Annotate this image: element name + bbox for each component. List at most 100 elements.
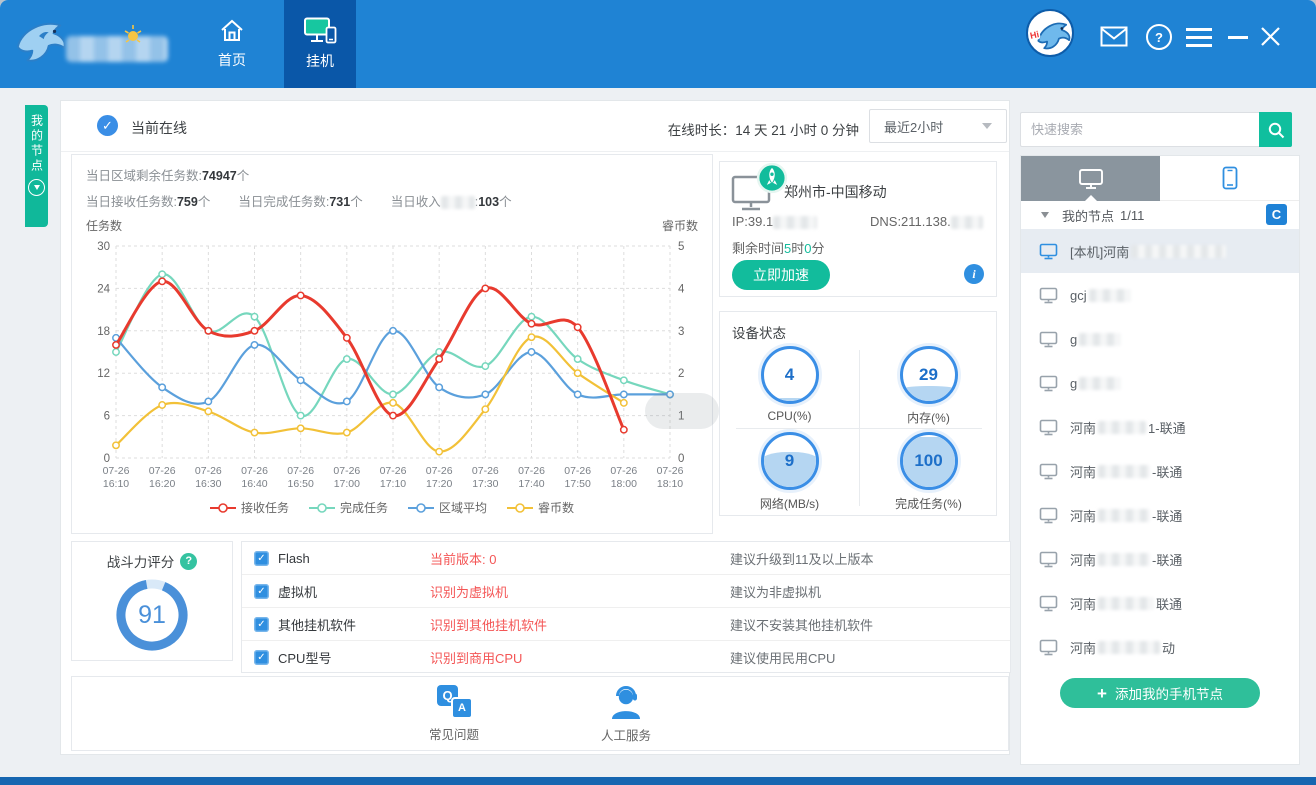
faq-link[interactable]: QA 常见问题 (411, 685, 497, 743)
legend-item[interactable]: 接收任务 (210, 499, 289, 516)
legend-marker (507, 502, 533, 514)
node-list-item[interactable]: gcj (1021, 273, 1299, 317)
svg-text:07-26: 07-26 (610, 465, 637, 477)
bottom-strip (0, 777, 1316, 785)
menu-icon[interactable] (1186, 28, 1212, 47)
mail-icon[interactable] (1100, 26, 1128, 47)
node-name-prefix: 河南 (1070, 594, 1096, 613)
avatar[interactable]: Hi (1026, 9, 1074, 57)
customer-service-link[interactable]: 人工服务 (583, 684, 669, 744)
info-icon[interactable]: i (964, 264, 984, 284)
svg-text:16:50: 16:50 (288, 478, 314, 490)
svg-text:07-26: 07-26 (657, 465, 684, 477)
table-row[interactable]: ✓Flash当前版本: 0建议升级到11及以上版本 (242, 542, 1010, 575)
svg-text:18:00: 18:00 (611, 478, 637, 490)
node-list-item[interactable]: [本机]河南 (1021, 229, 1299, 273)
my-nodes-side-tab[interactable]: 我的节点 (25, 105, 48, 227)
online-duration: 在线时长：14 天 21 小时 0 分钟 (668, 119, 859, 139)
redacted-node-name (1079, 333, 1121, 346)
node-list-item[interactable]: 河南-联通 (1021, 537, 1299, 581)
refresh-button[interactable]: C (1266, 204, 1287, 225)
node-name: 河南-联通 (1070, 550, 1182, 569)
node-panel: 我的节点 1/11 C [本机]河南gcjgg河南1-联通河南-联通河南-联通河… (1020, 155, 1300, 765)
axis-titles: 任务数 睿币数 (86, 217, 698, 234)
score-help-icon[interactable]: ? (180, 553, 197, 570)
node-list-item[interactable]: g (1021, 317, 1299, 361)
redacted-app-name (66, 36, 168, 62)
monitor-icon (1039, 507, 1058, 524)
minimize-icon[interactable] (1228, 36, 1248, 39)
legend-marker (408, 502, 434, 514)
ip-address: IP:39.1 (732, 214, 817, 229)
metric-circle: 9 (761, 432, 819, 490)
svg-text:2: 2 (678, 368, 684, 380)
task-chart-card: 当日区域剩余任务数:74947个 当日接收任务数:759个当日完成任务数:731… (71, 154, 713, 534)
time-range-select[interactable]: 最近2小时 (869, 109, 1007, 143)
svg-text:17:10: 17:10 (380, 478, 406, 490)
stat-label: 当日接收任务数: (86, 195, 177, 209)
node-list-item[interactable]: 河南-联通 (1021, 493, 1299, 537)
device-metrics: 4CPU(%)29内存(%)9网络(MB/s)100完成任务(%) (720, 342, 998, 514)
device-metric: 9 网络(MB/s) (720, 428, 859, 514)
svg-text:5: 5 (678, 241, 684, 253)
mobile-nodes-tab[interactable] (1160, 156, 1299, 201)
score-value: 91 (113, 576, 191, 654)
legend-item[interactable]: 完成任务 (309, 499, 388, 516)
hover-pill-artifact (645, 393, 719, 429)
accelerate-button[interactable]: 立即加速 (732, 260, 830, 290)
node-name-suffix: 动 (1162, 638, 1175, 657)
desktop-nodes-tab[interactable] (1021, 156, 1160, 201)
tab-idle-machine[interactable]: 挂机 (284, 0, 356, 88)
metric-value: 100 (903, 435, 955, 487)
stat-label: 当日完成任务数: (238, 195, 329, 209)
stat-label: 当日区域剩余任务数: (86, 169, 202, 183)
search-button[interactable] (1259, 112, 1292, 147)
metric-label: 网络(MB/s) (760, 495, 819, 512)
main-panel: ✓ 当前在线 在线时长：14 天 21 小时 0 分钟 最近2小时 当日区域剩余… (60, 100, 1010, 755)
svg-text:16:30: 16:30 (195, 478, 221, 490)
legend-item[interactable]: 区域平均 (408, 499, 487, 516)
node-list-item[interactable]: 河南动 (1021, 625, 1299, 669)
customer-service-label: 人工服务 (601, 725, 651, 744)
stats-line-1: 当日区域剩余任务数:74947个 (86, 165, 698, 184)
search-input[interactable] (1020, 112, 1260, 147)
right-axis-title: 睿币数 (662, 217, 698, 234)
add-mobile-node-button[interactable]: + 添加我的手机节点 (1060, 678, 1260, 708)
node-list-item[interactable]: 河南 联通 (1021, 581, 1299, 625)
node-list-title: 我的节点 (1062, 206, 1114, 225)
table-row[interactable]: ✓CPU型号识别到商用CPU建议使用民用CPU (242, 641, 1010, 674)
online-duration-value: 14 天 21 小时 0 分钟 (735, 123, 859, 138)
help-icon[interactable]: ? (1146, 24, 1172, 50)
svg-text:16:20: 16:20 (149, 478, 175, 490)
line-chart[interactable]: 302418126054321007-2616:1007-2616:2007-2… (86, 234, 698, 492)
node-name-suffix: 联通 (1156, 594, 1182, 613)
svg-text:17:00: 17:00 (334, 478, 360, 490)
node-list-item[interactable]: 河南1-联通 (1021, 405, 1299, 449)
svg-text:07-26: 07-26 (287, 465, 314, 477)
stat-label: 当日收入 (391, 195, 441, 209)
faq-label: 常见问题 (429, 724, 479, 743)
table-row[interactable]: ✓其他挂机软件识别到其他挂机软件建议不安装其他挂机软件 (242, 608, 1010, 641)
redacted-node-name (1098, 597, 1154, 610)
legend-label: 区域平均 (439, 499, 487, 516)
svg-text:30: 30 (97, 241, 110, 253)
node-list-item[interactable]: 河南-联通 (1021, 449, 1299, 493)
close-icon[interactable] (1260, 26, 1281, 47)
tab-idle-machine-label: 挂机 (306, 51, 334, 71)
node-name-prefix: g (1070, 376, 1077, 391)
node-list-header[interactable]: 我的节点 1/11 C (1021, 201, 1299, 229)
node-list-item[interactable]: g (1021, 361, 1299, 405)
tab-home[interactable]: 首页 (196, 0, 268, 88)
redacted-text (441, 196, 475, 209)
qa-icon: QA (435, 685, 473, 721)
online-check-icon: ✓ (97, 115, 118, 136)
table-row[interactable]: ✓虚拟机识别为虚拟机建议为非虚拟机 (242, 575, 1010, 608)
online-duration-label: 在线时长： (668, 123, 736, 138)
legend-item[interactable]: 睿币数 (507, 499, 574, 516)
svg-text:24: 24 (97, 283, 110, 295)
daily-stat: 当日区域剩余任务数:74947个 (86, 169, 249, 183)
check-item-suggestion: 建议为非虚拟机 (730, 582, 821, 601)
node-name: 河南动 (1070, 638, 1175, 657)
check-item-suggestion: 建议不安装其他挂机软件 (730, 615, 873, 634)
check-item-name: 虚拟机 (278, 582, 430, 601)
